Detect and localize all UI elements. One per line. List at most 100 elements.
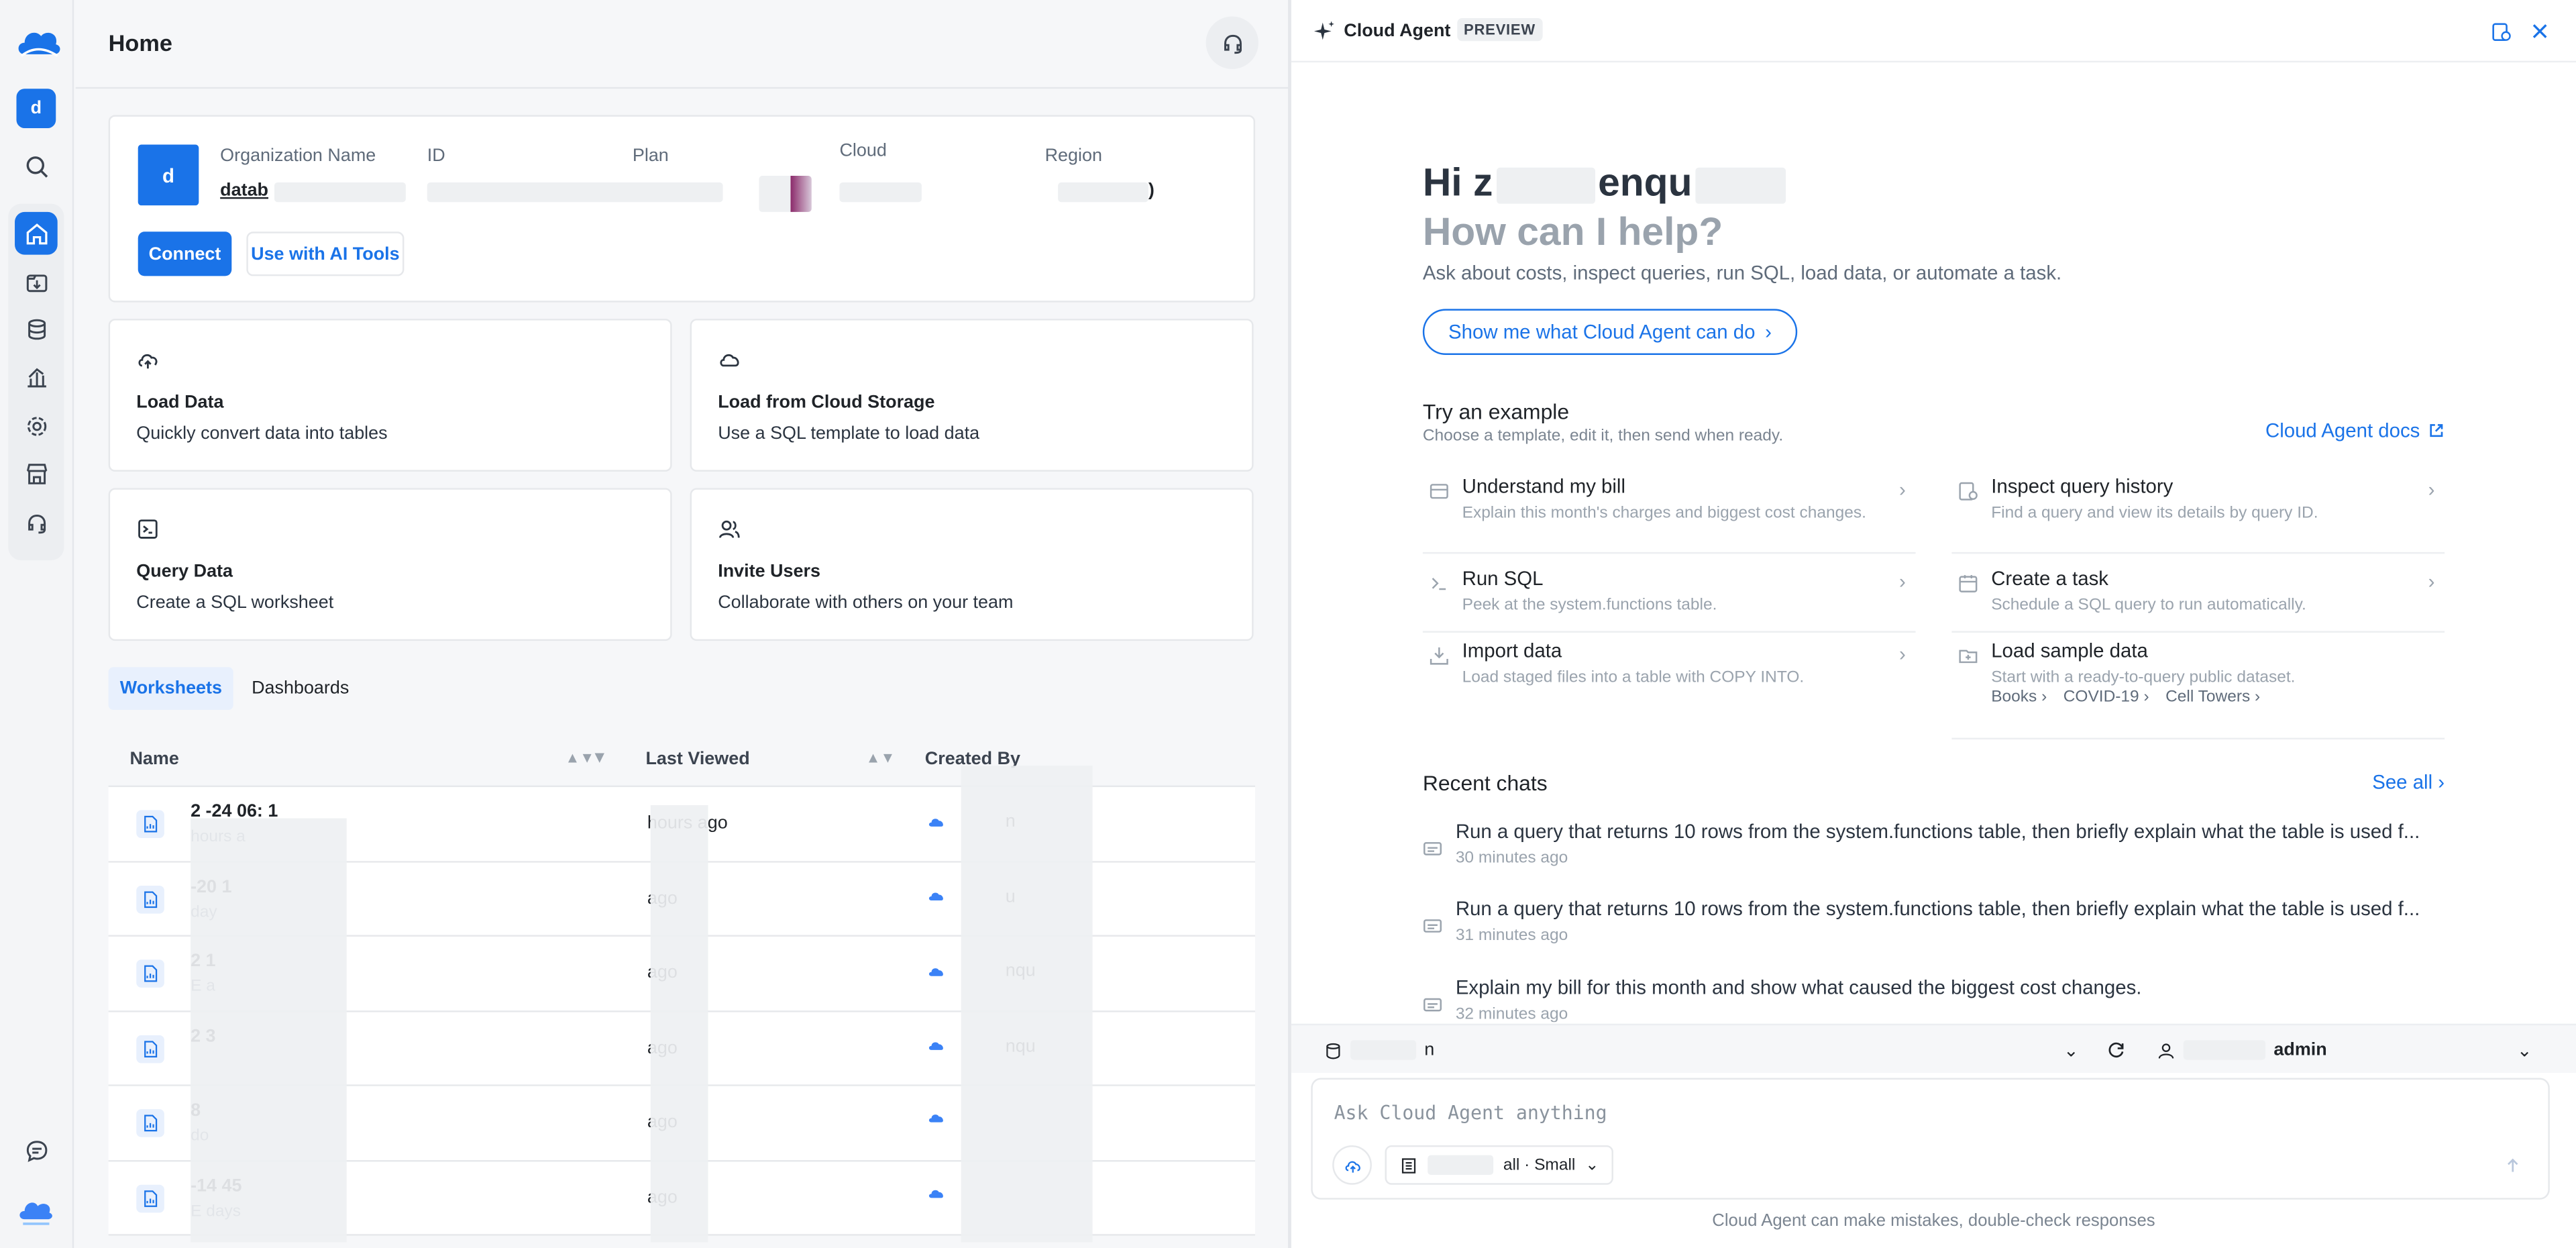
quick-action-invite-users[interactable]: Invite Users Collaborate with others on …	[690, 488, 1254, 641]
example-desc: Start with a ready-to-query public datas…	[1991, 668, 2296, 687]
use-with-ai-tools-button[interactable]: Use with AI Tools	[246, 231, 405, 276]
org-avatar: d	[138, 144, 199, 206]
role-selector[interactable]: admin	[2157, 1040, 2327, 1060]
example-desc: Find a query and view its details by que…	[1991, 504, 2318, 523]
column-last-viewed[interactable]: Last Viewed	[645, 749, 749, 769]
close-icon[interactable]	[2525, 16, 2555, 46]
show-capabilities-button[interactable]: Show me what Cloud Agent can do ›	[1422, 309, 1798, 355]
recent-chat-item[interactable]: Run a query that returns 10 rows from th…	[1423, 820, 2445, 894]
home-header: Home	[75, 0, 1289, 89]
redacted-region	[1058, 182, 1148, 203]
send-icon[interactable]	[2496, 1149, 2528, 1182]
refresh-icon[interactable]	[2106, 1040, 2126, 1059]
org-cloud-label: Cloud	[839, 141, 887, 162]
redacted-value	[274, 182, 406, 203]
example-title: Run SQL	[1462, 566, 1544, 590]
chevron-right-icon: ›	[1899, 570, 1906, 594]
sort-icon[interactable]: ▲▼	[866, 749, 896, 766]
preview-badge: PREVIEW	[1457, 17, 1542, 42]
org-name-value[interactable]: datab	[220, 180, 268, 200]
example-title: Create a task	[1991, 566, 2108, 590]
tab-dashboards[interactable]: Dashboards	[240, 667, 361, 710]
history-icon[interactable]	[2485, 16, 2515, 46]
page-title: Home	[108, 30, 172, 56]
redaction-mask	[961, 766, 1093, 1243]
chevron-down-icon[interactable]: ⌄	[2063, 1040, 2079, 1061]
example-inspect-query-history[interactable]: Inspect query history Find a query and v…	[1951, 475, 2445, 554]
redacted-id	[427, 182, 723, 203]
home-icon[interactable]	[15, 211, 58, 255]
database-selector[interactable]: n	[1324, 1040, 1434, 1060]
database-icon[interactable]	[15, 307, 58, 350]
org-switcher[interactable]: d	[16, 89, 56, 129]
data-import-icon[interactable]	[15, 260, 58, 303]
connect-button[interactable]: Connect	[138, 231, 232, 276]
see-all-link[interactable]: See all ›	[2372, 771, 2445, 794]
try-example-subtitle: Choose a template, edit it, then send wh…	[1422, 427, 1784, 446]
bill-icon	[1430, 484, 1448, 499]
quick-action-load-data[interactable]: Load Data Quickly convert data into tabl…	[108, 319, 672, 472]
example-import-data[interactable]: Import data Load staged files into a tab…	[1423, 639, 1916, 705]
cloud-avatar-icon	[928, 892, 943, 901]
example-desc: Load staged files into a table with COPY…	[1462, 668, 1805, 687]
org-name-label: Organization Name	[220, 146, 376, 166]
quick-action-load-cloud-storage[interactable]: Load from Cloud Storage Use a SQL templa…	[690, 319, 1254, 472]
chip-books[interactable]: Books ›	[1991, 688, 2047, 707]
worksheet-file-icon	[136, 884, 164, 913]
chat-time: 31 minutes ago	[1455, 927, 1568, 945]
app-logo[interactable]	[15, 23, 61, 62]
sort-icon[interactable]: ▲▼	[565, 749, 594, 766]
chat-icon[interactable]	[15, 1129, 58, 1172]
headset-icon[interactable]	[1205, 16, 1258, 69]
chevron-down-icon[interactable]: ⌄	[2517, 1040, 2532, 1061]
column-name[interactable]: Name	[129, 749, 178, 769]
settings-icon[interactable]	[15, 404, 58, 447]
worksheet-file-icon	[136, 959, 164, 988]
redaction-mask	[191, 818, 347, 1243]
search-icon[interactable]	[15, 145, 58, 188]
chip-cell-towers[interactable]: Cell Towers ›	[2165, 688, 2260, 707]
cloud-avatar-icon	[928, 1042, 943, 1050]
marketplace-icon[interactable]	[15, 452, 58, 495]
org-id-label: ID	[427, 146, 445, 166]
example-title: Understand my bill	[1462, 474, 1625, 499]
import-icon	[1430, 647, 1448, 665]
chat-time: 30 minutes ago	[1455, 849, 1568, 868]
org-plan-label: Plan	[632, 146, 669, 166]
sparkle-icon	[1313, 21, 1334, 40]
chat-bubble-icon	[1424, 919, 1442, 933]
context-bar: n ⌄ admin ⌄	[1291, 1023, 2576, 1074]
warehouse-selector[interactable]: all · Small ⌄	[1385, 1145, 1614, 1185]
chat-bubble-icon	[1424, 998, 1442, 1012]
example-load-sample-data[interactable]: Load sample data Start with a ready-to-q…	[1951, 639, 2445, 740]
agent-input[interactable]: Ask Cloud Agent anything	[1334, 1101, 1607, 1124]
chart-icon[interactable]	[15, 355, 58, 398]
redacted-name	[1695, 166, 1786, 203]
chevron-down-icon: ⌄	[1585, 1155, 1599, 1174]
example-create-task[interactable]: Create a task Schedule a SQL query to ru…	[1951, 567, 2445, 633]
redacted-plan	[759, 176, 812, 212]
example-title: Import data	[1462, 639, 1562, 662]
sample-dataset-chips: Books › COVID-19 › Cell Towers ›	[1991, 688, 2260, 707]
quick-action-query-data[interactable]: Query Data Create a SQL worksheet	[108, 488, 672, 641]
agent-help-heading: How can I help?	[1422, 210, 1723, 255]
chevron-right-icon: ›	[1765, 320, 1772, 344]
quick-action-desc: Collaborate with others on your team	[718, 593, 1014, 613]
example-understand-bill[interactable]: Understand my bill Explain this month's …	[1422, 474, 1916, 554]
example-run-sql[interactable]: Run SQL Peek at the system.functions tab…	[1422, 566, 1916, 633]
filter-icon[interactable]: ▼	[592, 749, 608, 768]
recent-chat-item[interactable]: Explain my bill for this month and show …	[1423, 976, 2445, 1022]
org-region-label: Region	[1044, 146, 1102, 166]
tab-worksheets[interactable]: Worksheets	[108, 667, 234, 710]
example-title: Inspect query history	[1991, 474, 2174, 499]
cloud-avatar-icon	[928, 818, 943, 826]
recent-chat-item[interactable]: Run a query that returns 10 rows from th…	[1423, 897, 2445, 971]
org-region-value: )	[1148, 180, 1155, 201]
chat-text: Explain my bill for this month and show …	[1455, 976, 2142, 999]
upload-icon[interactable]	[1332, 1145, 1372, 1185]
chevron-right-icon: ›	[2428, 570, 2435, 594]
support-icon[interactable]	[15, 501, 58, 544]
chip-covid-19[interactable]: COVID-19 ›	[2063, 688, 2149, 707]
recent-chats-title: Recent chats	[1422, 770, 1548, 796]
agent-docs-link[interactable]: Cloud Agent docs	[2265, 419, 2445, 442]
